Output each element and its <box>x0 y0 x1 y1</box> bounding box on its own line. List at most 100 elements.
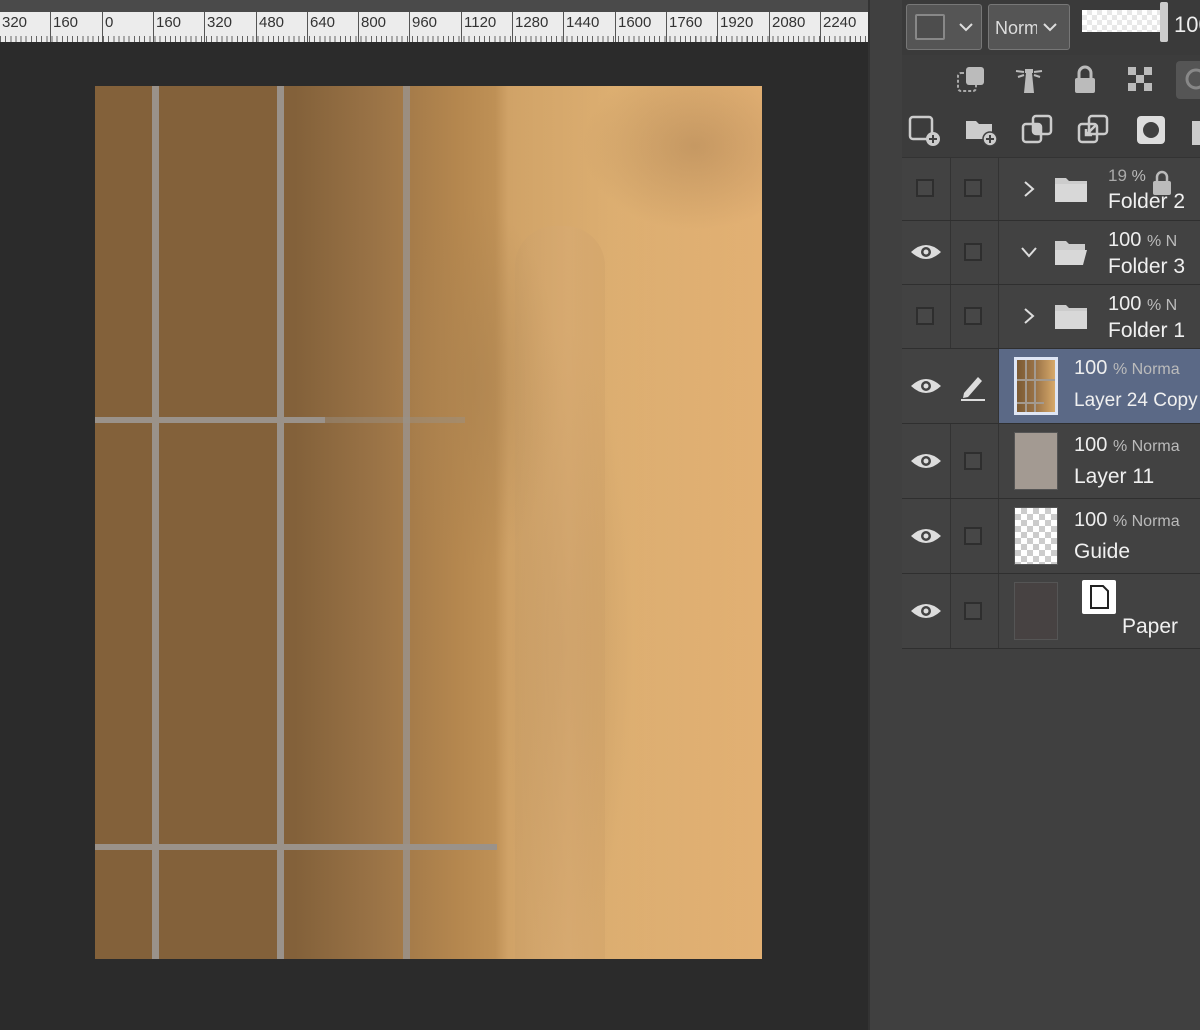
chevron-down-icon <box>959 23 973 32</box>
layer-row-layer-24-copy[interactable]: 100 % Norma Layer 24 Copy <box>902 349 1200 424</box>
ruler-major-tick <box>409 12 410 42</box>
ruler-label: 2240 <box>823 14 857 31</box>
visibility-checkbox[interactable] <box>916 179 934 197</box>
eye-icon[interactable] <box>910 526 942 546</box>
layer-name: Layer 11 <box>1074 465 1155 488</box>
delete-icon[interactable] <box>1188 113 1200 147</box>
edit-target-checkbox[interactable] <box>964 527 982 545</box>
visibility-cell[interactable] <box>902 285 951 348</box>
ruler-label: 0 <box>105 14 114 31</box>
layer-row-folder-2[interactable]: 19 % Folder 2 <box>902 158 1200 221</box>
opacity-slider[interactable] <box>1082 10 1162 32</box>
visibility-cell[interactable] <box>902 221 951 284</box>
guide-line-horizontal <box>95 417 325 423</box>
folder-icon <box>1055 178 1087 202</box>
layer-opacity: 100 % N <box>1108 293 1178 315</box>
ruler-major-tick <box>615 12 616 42</box>
layer-opacity: 100 % Norma <box>1074 357 1180 379</box>
edit-target-checkbox[interactable] <box>964 307 982 325</box>
edit-cell[interactable] <box>950 499 999 573</box>
blend-mode-dropdown[interactable]: Norm <box>988 4 1070 50</box>
visibility-checkbox[interactable] <box>916 307 934 325</box>
layer-row-folder-3[interactable]: 100 % N Folder 3 <box>902 221 1200 285</box>
eye-icon[interactable] <box>910 376 942 396</box>
ruler-label: 960 <box>412 14 438 31</box>
layer-row-guide[interactable]: 100 % Norma Guide <box>902 499 1200 574</box>
edit-target-checkbox[interactable] <box>964 179 982 197</box>
edit-target-checkbox[interactable] <box>964 243 982 261</box>
layer-thumbnail <box>1014 507 1058 565</box>
layer-property-bar: Norm 100 <box>902 0 1200 55</box>
transparency-lock-icon[interactable] <box>1124 63 1158 97</box>
ruler-major-tick <box>820 12 821 42</box>
layer-thumbnail <box>1014 582 1058 640</box>
layer-color-dropdown[interactable] <box>906 4 982 50</box>
painted-drape <box>515 226 605 959</box>
edit-cell[interactable] <box>950 285 999 348</box>
layer-opacity: 100 % Norma <box>1074 434 1180 456</box>
edit-cell[interactable] <box>950 349 999 423</box>
ruler-major-tick <box>153 12 154 42</box>
lighthouse-icon[interactable] <box>1012 63 1046 97</box>
edit-target-checkbox[interactable] <box>964 602 982 620</box>
layer-color-swatch <box>915 14 945 40</box>
chevron-down-icon[interactable] <box>1020 243 1038 261</box>
opacity-value[interactable]: 100 <box>1174 12 1200 38</box>
visibility-cell[interactable] <box>902 349 951 423</box>
new-folder-icon[interactable] <box>964 113 998 147</box>
eye-icon[interactable] <box>910 451 942 471</box>
canvas-area[interactable] <box>0 42 868 1030</box>
edit-cell[interactable] <box>950 158 999 220</box>
artwork-canvas[interactable] <box>95 86 762 959</box>
ruler-major-tick <box>563 12 564 42</box>
layer-opacity: 100 % Norma <box>1074 509 1180 531</box>
ruler-major-tick <box>358 12 359 42</box>
edit-cell[interactable] <box>950 221 999 284</box>
visibility-cell[interactable] <box>902 424 951 498</box>
opacity-slider-handle[interactable] <box>1160 2 1168 42</box>
paper-icon <box>1082 580 1116 614</box>
layer-opacity: 100 % N <box>1108 229 1178 251</box>
guide-line-horizontal <box>95 844 497 850</box>
chevron-right-icon[interactable] <box>1020 180 1038 198</box>
edit-cell[interactable] <box>950 424 999 498</box>
ruler-major-tick <box>256 12 257 42</box>
ruler-major-tick <box>50 12 51 42</box>
ruler-label: 800 <box>361 14 387 31</box>
layer-name: Layer 24 Copy <box>1074 390 1198 411</box>
edit-target-checkbox[interactable] <box>964 452 982 470</box>
visibility-cell[interactable] <box>902 574 951 648</box>
layer-thumbnail <box>1014 432 1058 490</box>
eye-icon[interactable] <box>910 601 942 621</box>
layer-name: Paper <box>1122 615 1179 638</box>
new-raster-layer-icon[interactable] <box>908 113 942 147</box>
ruler-label: 1760 <box>669 14 703 31</box>
pencil-icon[interactable] <box>958 371 988 401</box>
mask-icon[interactable] <box>1134 113 1168 147</box>
horizontal-ruler: 320 160 0 160 320 480 640 800 960 1120 1280 1440 160… <box>0 0 868 42</box>
ruler-major-tick <box>769 12 770 42</box>
visibility-cell[interactable] <box>902 499 951 573</box>
copy-layer-icon[interactable] <box>1020 113 1054 147</box>
clip-icon[interactable] <box>954 63 988 97</box>
ruler-major-tick <box>307 12 308 42</box>
layer-row-folder-1[interactable]: 100 % N Folder 1 <box>902 285 1200 349</box>
merge-down-icon[interactable] <box>1076 113 1110 147</box>
ruler-label: 160 <box>53 14 79 31</box>
ruler-label: 1440 <box>566 14 600 31</box>
eye-icon[interactable] <box>910 242 942 262</box>
ruler-label: 160 <box>156 14 182 31</box>
edit-cell[interactable] <box>950 574 999 648</box>
layer-row-layer-11[interactable]: 100 % Norma Layer 11 <box>902 424 1200 499</box>
ruler-label: 1120 <box>464 14 497 31</box>
reference-icon[interactable] <box>1176 61 1200 99</box>
lock-icon[interactable] <box>1068 63 1102 97</box>
layer-row-paper[interactable]: Paper <box>902 574 1200 649</box>
visibility-cell[interactable] <box>902 158 951 220</box>
ruler-label: 320 <box>2 14 28 31</box>
chevron-right-icon[interactable] <box>1020 307 1038 325</box>
layer-list: 19 % Folder 2 100 % N Folder 3 100 % N F… <box>902 158 1200 649</box>
painted-haze <box>95 86 762 959</box>
ruler-label: 2080 <box>772 14 806 31</box>
ruler-major-tick <box>204 12 205 42</box>
